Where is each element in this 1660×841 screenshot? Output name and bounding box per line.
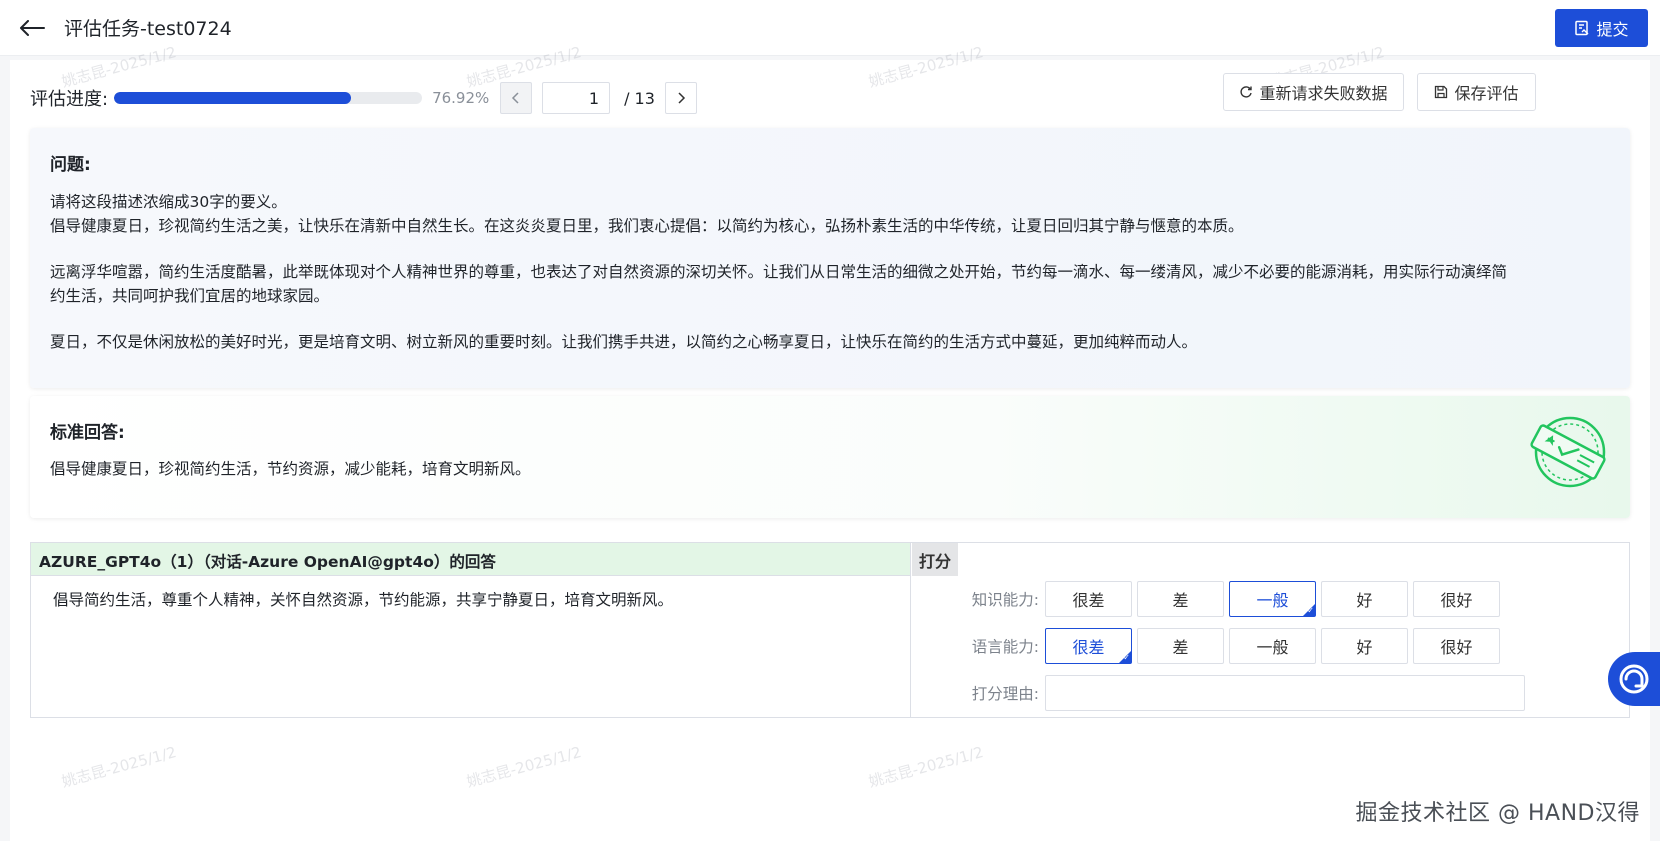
submit-button[interactable]: 提交 — [1555, 9, 1648, 47]
scoring-heading: 打分 — [912, 543, 958, 576]
question-line: 请将这段描述浓缩成30字的要义。 — [50, 193, 287, 211]
chevron-left-icon — [512, 92, 519, 104]
save-icon — [1435, 85, 1448, 99]
back-button[interactable] — [12, 8, 52, 48]
knowledge-option-poor[interactable]: 差 — [1137, 581, 1224, 617]
refresh-icon — [1240, 86, 1253, 98]
help-float-button[interactable] — [1608, 652, 1660, 706]
main-content: 姚志昆-2025/1/2 姚志昆-2025/1/2 姚志昆-2025/1/2 姚… — [10, 43, 1650, 841]
evaluation-panel: AZURE_GPT4o（1）（对话-Azure OpenAI@gpt4o）的回答… — [30, 542, 1630, 718]
question-line: 倡导健康夏日，珍视简约生活之美，让快乐在清新中自然生长。在这炎炎夏日里，我们衷心… — [50, 216, 1244, 235]
score-reason-label: 打分理由: — [971, 685, 1039, 703]
watermark: 姚志昆-2025/1/2 — [464, 743, 584, 791]
question-body: 请将这段描述浓缩成30字的要义。 倡导健康夏日，珍视简约生活之美，让快乐在清新中… — [50, 191, 1610, 355]
footer-brand-text: 掘金技术社区 @ HAND汉得 — [1355, 801, 1640, 826]
approved-stamp-icon — [1530, 416, 1606, 488]
progress-label: 评估进度: — [30, 89, 109, 110]
score-row-reason: 打分理由: — [912, 675, 1629, 711]
chat-assistant-icon — [1619, 664, 1649, 694]
score-reason-input[interactable] — [1045, 675, 1525, 711]
progress-percent: 76.92% — [432, 89, 490, 107]
knowledge-option-average[interactable]: 一般 ✓ — [1229, 581, 1316, 617]
score-row-language: 语言能力: 很差 ✓ 差 一般 好 很好 — [912, 628, 1629, 664]
question-card: 问题: 请将这段描述浓缩成30字的要义。 倡导健康夏日，珍视简约生活之美，让快乐… — [30, 128, 1630, 388]
model-response-header: AZURE_GPT4o（1）（对话-Azure OpenAI@gpt4o）的回答 — [31, 543, 910, 576]
knowledge-option-very-good[interactable]: 很好 — [1413, 581, 1500, 617]
standard-answer-card: 标准回答: 倡导健康夏日，珍视简约生活，节约资源，减少能耗，培育文明新风。 — [30, 396, 1630, 518]
language-option-poor[interactable]: 差 — [1137, 628, 1224, 664]
page-title: 评估任务-test0724 — [64, 18, 232, 40]
model-response: AZURE_GPT4o（1）（对话-Azure OpenAI@gpt4o）的回答… — [31, 543, 911, 717]
selected-check-icon: ✓ — [1307, 606, 1314, 615]
question-line: 夏日，不仅是休闲放松的美好时光，更是培育文明、树立新风的重要时刻。让我们携手共进… — [50, 333, 1198, 351]
page-total: / 13 — [624, 88, 655, 108]
chevron-right-icon — [678, 92, 685, 104]
language-option-very-good[interactable]: 很好 — [1413, 628, 1500, 664]
top-bar: 评估任务-test0724 提交 — [0, 0, 1660, 56]
page-number-input[interactable] — [542, 82, 611, 114]
next-page-button[interactable] — [664, 82, 697, 114]
watermark: 姚志昆-2025/1/2 — [59, 743, 179, 791]
progress-fill — [114, 92, 351, 104]
question-line: 约生活，共同呵护我们宜居的地球家园。 — [50, 286, 330, 305]
save-evaluation-button[interactable]: 保存评估 — [1417, 73, 1536, 111]
retry-failed-button[interactable]: 重新请求失败数据 — [1223, 73, 1404, 111]
knowledge-option-good[interactable]: 好 — [1321, 581, 1408, 617]
question-line: 远离浮华喧嚣，简约生活度酷暑，此举既体现对个人精神世界的尊重，也表达了对自然资源… — [50, 263, 1508, 281]
language-option-average[interactable]: 一般 — [1229, 628, 1316, 664]
prev-page-button[interactable] — [500, 82, 533, 114]
standard-answer-heading: 标准回答: — [50, 423, 125, 443]
watermark: 姚志昆-2025/1/2 — [866, 743, 986, 791]
scoring-section: 打分 知识能力: 很差 差 一般 ✓ 好 很好 语言能力: 很差 ✓ 差 一般 好 … — [912, 543, 1629, 717]
language-option-good[interactable]: 好 — [1321, 628, 1408, 664]
submit-icon — [1575, 20, 1589, 36]
knowledge-option-very-poor[interactable]: 很差 — [1045, 581, 1132, 617]
save-evaluation-label: 保存评估 — [1454, 84, 1519, 103]
retry-failed-label: 重新请求失败数据 — [1259, 84, 1388, 103]
arrow-left-icon — [20, 19, 45, 36]
score-label: 语言能力: — [971, 638, 1039, 656]
selected-check-icon: ✓ — [1123, 653, 1130, 662]
submit-label: 提交 — [1596, 20, 1629, 39]
model-response-text: 倡导简约生活，尊重个人精神，关怀自然资源，节约能源，共享宁静夏日，培育文明新风。 — [53, 591, 674, 609]
standard-answer-text: 倡导健康夏日，珍视简约生活，节约资源，减少能耗，培育文明新风。 — [50, 460, 531, 478]
progress-bar — [114, 92, 423, 104]
language-option-very-poor[interactable]: 很差 ✓ — [1045, 628, 1132, 664]
question-heading: 问题: — [50, 155, 91, 175]
score-row-knowledge: 知识能力: 很差 差 一般 ✓ 好 很好 — [912, 581, 1629, 617]
score-label: 知识能力: — [971, 591, 1039, 609]
